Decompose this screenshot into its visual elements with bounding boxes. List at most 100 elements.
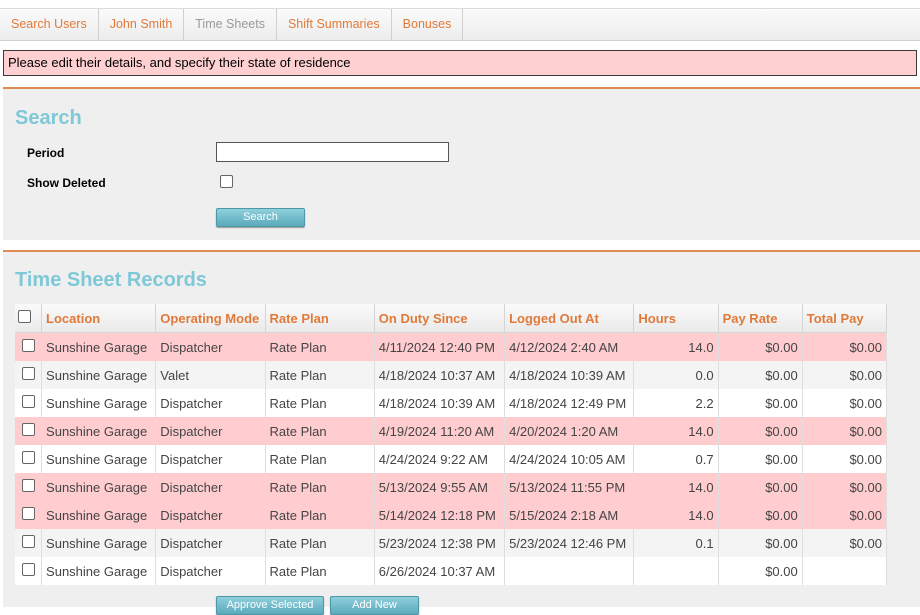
- table-row[interactable]: Sunshine Garage Dispatcher Rate Plan 5/23/2…: [15, 529, 888, 557]
- cell-pay-rate: $0.00: [718, 557, 803, 585]
- column-header-pay-rate[interactable]: Pay Rate: [718, 304, 803, 333]
- cell-operating-mode: Dispatcher: [155, 529, 266, 557]
- cell-pay-rate: $0.00: [718, 417, 803, 445]
- row-checkbox[interactable]: [21, 507, 35, 520]
- column-header-on-duty-since[interactable]: On Duty Since: [374, 304, 506, 333]
- cell-logged-out-at: 5/23/2024 12:46 PM: [504, 529, 635, 557]
- cell-location: Sunshine Garage: [41, 473, 157, 501]
- cell-hours: 0.7: [633, 445, 719, 473]
- cell-on-duty-since: 6/26/2024 10:37 AM: [374, 557, 506, 585]
- row-select-cell[interactable]: [15, 473, 43, 501]
- cell-location: Sunshine Garage: [41, 361, 157, 389]
- row-checkbox[interactable]: [21, 423, 35, 436]
- cell-on-duty-since: 4/18/2024 10:39 AM: [374, 389, 506, 417]
- row-checkbox[interactable]: [21, 451, 35, 464]
- table-row[interactable]: Sunshine Garage Dispatcher Rate Plan 5/14/2…: [15, 501, 888, 529]
- cell-logged-out-at: 4/18/2024 12:49 PM: [504, 389, 635, 417]
- cell-total-pay: $0.00: [802, 473, 888, 501]
- row-select-cell[interactable]: [15, 389, 43, 417]
- select-all-checkbox[interactable]: [18, 310, 31, 323]
- table-row[interactable]: Sunshine Garage Dispatcher Rate Plan 6/26/2…: [15, 557, 888, 585]
- row-select-cell[interactable]: [15, 361, 43, 389]
- cell-on-duty-since: 4/11/2024 12:40 PM: [374, 332, 506, 361]
- cell-location: Sunshine Garage: [41, 557, 157, 585]
- cell-pay-rate: $0.00: [718, 501, 803, 529]
- cell-rate-plan: Rate Plan: [265, 501, 375, 529]
- cell-operating-mode: Dispatcher: [155, 417, 266, 445]
- search-button[interactable]: Search: [216, 208, 305, 227]
- row-select-cell[interactable]: [15, 501, 43, 529]
- cell-location: Sunshine Garage: [41, 332, 157, 361]
- row-checkbox[interactable]: [21, 563, 35, 576]
- cell-operating-mode: Dispatcher: [155, 557, 266, 585]
- period-input[interactable]: [216, 142, 449, 162]
- show-deleted-label: Show Deleted: [27, 176, 106, 190]
- cell-hours: 14.0: [633, 417, 719, 445]
- row-checkbox[interactable]: [21, 367, 35, 380]
- tab-search-users[interactable]: Search Users: [0, 9, 99, 40]
- tab-shift-summaries[interactable]: Shift Summaries: [277, 9, 392, 40]
- cell-location: Sunshine Garage: [41, 445, 157, 473]
- period-label: Period: [27, 146, 65, 160]
- cell-on-duty-since: 4/24/2024 9:22 AM: [374, 445, 506, 473]
- table-header-row: Location Operating Mode Rate Plan On Dut…: [15, 304, 888, 333]
- table-row[interactable]: Sunshine Garage Dispatcher Rate Plan 4/19/2…: [15, 417, 888, 445]
- column-header-operating-mode[interactable]: Operating Mode: [155, 304, 266, 333]
- show-deleted-checkbox[interactable]: [220, 175, 233, 188]
- row-checkbox[interactable]: [21, 339, 35, 352]
- cell-operating-mode: Valet: [155, 361, 266, 389]
- approve-selected-button[interactable]: Approve Selected: [216, 596, 324, 615]
- column-header-hours[interactable]: Hours: [633, 304, 719, 333]
- table-row[interactable]: Sunshine Garage Dispatcher Rate Plan 4/24/2…: [15, 445, 888, 473]
- cell-pay-rate: $0.00: [718, 529, 803, 557]
- cell-rate-plan: Rate Plan: [265, 417, 375, 445]
- tab-bonuses[interactable]: Bonuses: [392, 9, 464, 40]
- cell-location: Sunshine Garage: [41, 501, 157, 529]
- cell-rate-plan: Rate Plan: [265, 529, 375, 557]
- search-panel: Search Period Show Deleted Search: [3, 87, 920, 240]
- row-select-cell[interactable]: [15, 557, 43, 585]
- header-select-all[interactable]: [15, 304, 43, 333]
- add-new-button[interactable]: Add New: [330, 596, 419, 615]
- cell-hours: 0.1: [633, 529, 719, 557]
- column-header-logged-out-at[interactable]: Logged Out At: [504, 304, 635, 333]
- column-header-rate-plan[interactable]: Rate Plan: [265, 304, 375, 333]
- cell-location: Sunshine Garage: [41, 389, 157, 417]
- row-checkbox[interactable]: [21, 395, 35, 408]
- row-select-cell[interactable]: [15, 332, 43, 361]
- cell-total-pay: $0.00: [802, 501, 888, 529]
- cell-logged-out-at: [504, 557, 635, 585]
- time-sheet-table: Location Operating Mode Rate Plan On Dut…: [15, 304, 888, 585]
- cell-rate-plan: Rate Plan: [265, 445, 375, 473]
- table-row[interactable]: Sunshine Garage Dispatcher Rate Plan 5/13/2…: [15, 473, 888, 501]
- cell-hours: 14.0: [633, 332, 719, 361]
- cell-total-pay: $0.00: [802, 417, 888, 445]
- row-checkbox[interactable]: [21, 479, 35, 492]
- tab-john-smith[interactable]: John Smith: [99, 9, 185, 40]
- row-select-cell[interactable]: [15, 445, 43, 473]
- cell-hours: 0.0: [633, 361, 719, 389]
- table-row[interactable]: Sunshine Garage Dispatcher Rate Plan 4/18/2…: [15, 389, 888, 417]
- tab-bar: Search Users John Smith Time Sheets Shift S…: [0, 8, 920, 41]
- row-checkbox[interactable]: [21, 535, 35, 548]
- cell-location: Sunshine Garage: [41, 417, 157, 445]
- column-header-location[interactable]: Location: [41, 304, 157, 333]
- cell-rate-plan: Rate Plan: [265, 361, 375, 389]
- alert-message: Please edit their details, and specify t…: [3, 50, 917, 76]
- row-select-cell[interactable]: [15, 417, 43, 445]
- cell-hours: [633, 557, 719, 585]
- records-heading: Time Sheet Records: [15, 269, 207, 291]
- cell-total-pay: $0.00: [802, 445, 888, 473]
- cell-on-duty-since: 5/14/2024 12:18 PM: [374, 501, 506, 529]
- tab-time-sheets[interactable]: Time Sheets: [184, 9, 277, 40]
- column-header-total-pay[interactable]: Total Pay: [802, 304, 888, 333]
- cell-logged-out-at: 4/18/2024 10:39 AM: [504, 361, 635, 389]
- cell-operating-mode: Dispatcher: [155, 501, 266, 529]
- cell-on-duty-since: 5/13/2024 9:55 AM: [374, 473, 506, 501]
- cell-logged-out-at: 5/15/2024 2:18 AM: [504, 501, 635, 529]
- table-row[interactable]: Sunshine Garage Valet Rate Plan 4/18/2024 1…: [15, 361, 888, 389]
- records-panel: Time Sheet Records Location Operating Mo…: [3, 250, 920, 615]
- row-select-cell[interactable]: [15, 529, 43, 557]
- table-row[interactable]: Sunshine Garage Dispatcher Rate Plan 4/11/2…: [15, 332, 888, 361]
- cell-operating-mode: Dispatcher: [155, 389, 266, 417]
